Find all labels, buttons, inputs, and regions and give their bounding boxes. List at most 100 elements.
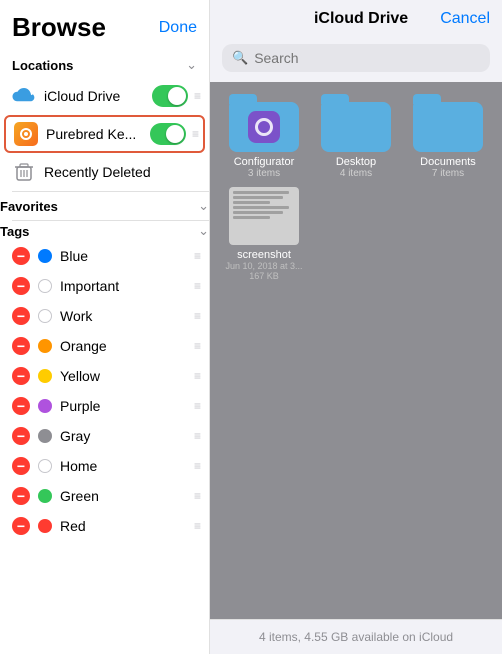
tag-dot-purple bbox=[38, 399, 52, 413]
icloud-drive-toggle[interactable] bbox=[152, 85, 188, 107]
tag-label-purple: Purple bbox=[60, 398, 188, 414]
tag-remove-home[interactable]: − bbox=[12, 457, 30, 475]
purebred-drag-handle: ≡ bbox=[192, 127, 199, 141]
screenshot-line-1 bbox=[233, 191, 289, 194]
tag-drag-work: ≡ bbox=[194, 309, 201, 323]
desktop-label: Desktop bbox=[336, 156, 376, 168]
tag-item-home[interactable]: − Home ≡ bbox=[0, 451, 209, 481]
tag-item-purple[interactable]: − Purple ≡ bbox=[0, 391, 209, 421]
tag-item-red[interactable]: − Red ≡ bbox=[0, 511, 209, 541]
location-item-icloud-drive[interactable]: iCloud Drive ≡ bbox=[0, 77, 209, 115]
tag-drag-red: ≡ bbox=[194, 519, 201, 533]
folder-icon-documents bbox=[413, 94, 483, 152]
screenshot-line-2 bbox=[233, 196, 283, 199]
tag-dot-home bbox=[38, 459, 52, 473]
tag-dot-red bbox=[38, 519, 52, 533]
tag-item-gray[interactable]: − Gray ≡ bbox=[0, 421, 209, 451]
tag-drag-blue: ≡ bbox=[194, 249, 201, 263]
tag-item-blue[interactable]: − Blue ≡ bbox=[0, 241, 209, 271]
tag-dot-green bbox=[38, 489, 52, 503]
screenshot-label: screenshot bbox=[237, 249, 291, 261]
tag-item-important[interactable]: − Important ≡ bbox=[0, 271, 209, 301]
done-button[interactable]: Done bbox=[159, 19, 197, 37]
screenshot-line-3 bbox=[233, 201, 270, 204]
tags-section-header: Tags ⌄ bbox=[0, 221, 209, 241]
configurator-count: 3 items bbox=[248, 168, 280, 179]
screenshot-line-4 bbox=[233, 206, 289, 209]
screenshot-thumb bbox=[229, 187, 299, 245]
favorites-chevron-icon: ⌄ bbox=[198, 198, 209, 214]
tag-drag-green: ≡ bbox=[194, 489, 201, 503]
tag-remove-yellow[interactable]: − bbox=[12, 367, 30, 385]
tag-drag-gray: ≡ bbox=[194, 429, 201, 443]
right-header: iCloud Drive Cancel bbox=[210, 0, 502, 38]
purebred-toggle[interactable] bbox=[150, 123, 186, 145]
tag-remove-blue[interactable]: − bbox=[12, 247, 30, 265]
tag-label-yellow: Yellow bbox=[60, 368, 188, 384]
documents-count: 7 items bbox=[432, 168, 464, 179]
files-grid: Configurator 3 items Desktop 4 items Doc… bbox=[210, 82, 502, 619]
tag-dot-blue bbox=[38, 249, 52, 263]
status-text: 4 items, 4.55 GB available on iCloud bbox=[259, 630, 453, 644]
browse-header: Browse Done bbox=[0, 0, 209, 47]
tag-dot-important bbox=[38, 279, 52, 293]
file-item-desktop[interactable]: Desktop 4 items bbox=[314, 94, 398, 179]
cancel-button[interactable]: Cancel bbox=[440, 10, 490, 28]
tag-label-work: Work bbox=[60, 308, 188, 324]
tag-remove-green[interactable]: − bbox=[12, 487, 30, 505]
location-item-recently-deleted[interactable]: Recently Deleted bbox=[0, 153, 209, 191]
search-icon: 🔍 bbox=[232, 50, 248, 66]
favorites-title: Favorites bbox=[0, 199, 58, 214]
screenshot-date: Jun 10, 2018 at 3... bbox=[225, 261, 302, 271]
tag-remove-gray[interactable]: − bbox=[12, 427, 30, 445]
tag-item-yellow[interactable]: − Yellow ≡ bbox=[0, 361, 209, 391]
search-container[interactable]: 🔍 bbox=[222, 44, 490, 72]
tags-chevron-icon: ⌄ bbox=[198, 223, 209, 239]
configurator-label: Configurator bbox=[234, 156, 295, 168]
file-item-configurator[interactable]: Configurator 3 items bbox=[222, 94, 306, 179]
tag-label-home: Home bbox=[60, 458, 188, 474]
locations-section-header: Locations ⌄ bbox=[0, 47, 209, 77]
tags-title: Tags bbox=[0, 224, 29, 239]
purebred-icon bbox=[14, 122, 38, 146]
right-panel: iCloud Drive Cancel 🔍 Configurator 3 ite… bbox=[210, 0, 502, 654]
icloud-drive-drag-handle: ≡ bbox=[194, 89, 201, 103]
right-panel-title: iCloud Drive bbox=[282, 10, 440, 28]
tag-dot-orange bbox=[38, 339, 52, 353]
screenshot-size: 167 KB bbox=[249, 271, 279, 281]
tag-remove-orange[interactable]: − bbox=[12, 337, 30, 355]
documents-label: Documents bbox=[420, 156, 476, 168]
tag-label-orange: Orange bbox=[60, 338, 188, 354]
trash-icon bbox=[12, 160, 36, 184]
tag-dot-yellow bbox=[38, 369, 52, 383]
status-bar: 4 items, 4.55 GB available on iCloud bbox=[210, 619, 502, 654]
file-item-documents[interactable]: Documents 7 items bbox=[406, 94, 490, 179]
icloud-drive-label: iCloud Drive bbox=[44, 88, 148, 104]
tag-remove-work[interactable]: − bbox=[12, 307, 30, 325]
tag-item-work[interactable]: − Work ≡ bbox=[0, 301, 209, 331]
screenshot-line-6 bbox=[233, 216, 270, 219]
tag-dot-gray bbox=[38, 429, 52, 443]
browse-title: Browse bbox=[12, 12, 106, 43]
purebred-label: Purebred Ke... bbox=[46, 126, 146, 142]
tag-drag-purple: ≡ bbox=[194, 399, 201, 413]
folder-icon-configurator bbox=[229, 94, 299, 152]
tag-dot-work bbox=[38, 309, 52, 323]
location-item-purebred[interactable]: Purebred Ke... ≡ bbox=[4, 115, 205, 153]
tag-label-green: Green bbox=[60, 488, 188, 504]
locations-chevron-icon: ⌄ bbox=[186, 57, 197, 73]
left-panel: Browse Done Locations ⌄ iCloud Drive ≡ P… bbox=[0, 0, 210, 654]
tag-label-gray: Gray bbox=[60, 428, 188, 444]
screenshot-line-5 bbox=[233, 211, 283, 214]
favorites-section-header: Favorites ⌄ bbox=[0, 192, 209, 220]
tag-drag-orange: ≡ bbox=[194, 339, 201, 353]
tag-remove-purple[interactable]: − bbox=[12, 397, 30, 415]
tag-item-orange[interactable]: − Orange ≡ bbox=[0, 331, 209, 361]
recently-deleted-label: Recently Deleted bbox=[44, 164, 201, 180]
tag-drag-home: ≡ bbox=[194, 459, 201, 473]
tag-remove-red[interactable]: − bbox=[12, 517, 30, 535]
search-input[interactable] bbox=[254, 50, 480, 66]
tag-remove-important[interactable]: − bbox=[12, 277, 30, 295]
tag-item-green[interactable]: − Green ≡ bbox=[0, 481, 209, 511]
file-item-screenshot[interactable]: screenshot Jun 10, 2018 at 3... 167 KB bbox=[222, 187, 306, 281]
